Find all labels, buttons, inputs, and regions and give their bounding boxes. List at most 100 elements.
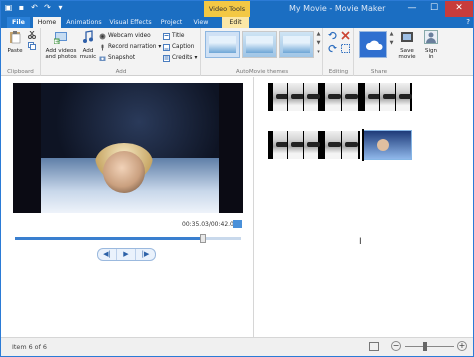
theme-thumbnail[interactable] [242, 31, 277, 58]
paste-label: Paste [7, 48, 23, 54]
clipboard-group: Paste Clipboard [1, 28, 41, 76]
storyboard-clip[interactable] [320, 83, 360, 111]
cloud-icon [365, 40, 383, 50]
webcam-icon [99, 33, 106, 39]
credits-button[interactable]: Credits ▾ [163, 53, 197, 63]
tab-visual-effects[interactable]: Visual Effects [109, 17, 152, 28]
qat-dropdown-icon[interactable]: ▾ [56, 3, 65, 12]
video-preview[interactable] [13, 83, 243, 213]
maximize-button[interactable]: ☐ [423, 1, 445, 17]
zoom-slider-thumb[interactable] [422, 342, 427, 351]
camera-icon [99, 56, 106, 61]
gallery-scroll-down-icon[interactable]: ▼ [316, 40, 321, 46]
rotate-right-icon[interactable] [328, 44, 337, 53]
storyboard-clip[interactable] [268, 131, 321, 159]
onedrive-share-button[interactable] [359, 31, 387, 58]
theme-thumbnail[interactable] [279, 31, 314, 58]
seek-thumb[interactable] [199, 234, 206, 243]
microphone-icon [101, 44, 104, 50]
zoom-in-button[interactable]: + [457, 341, 467, 351]
theme-thumbnail[interactable] [205, 31, 240, 58]
close-button[interactable]: ✕ [445, 1, 473, 17]
movie-maker-window: ▣ ▪ ↶ ↷ ▾ Video Tools My Movie - Movie M… [0, 0, 474, 357]
tab-edit[interactable]: Edit [222, 17, 249, 28]
paste-icon [10, 31, 21, 44]
next-frame-button[interactable]: |▶ [136, 249, 155, 260]
app-menu-icon[interactable]: ▣ [4, 3, 13, 12]
zoom-slider[interactable] [405, 342, 454, 351]
quick-access-toolbar: ▣ ▪ ↶ ↷ ▾ [4, 3, 65, 12]
fullscreen-icon[interactable] [233, 220, 242, 228]
tab-animations[interactable]: Animations [66, 17, 102, 28]
preview-pane: 00:35.03/00:42.00 ◀| ▶ |▶ [1, 77, 253, 337]
add-videos-button[interactable]: + Add videos and photos [44, 30, 78, 60]
snapshot-button[interactable]: Snapshot [99, 53, 135, 63]
film-icon [401, 32, 413, 42]
storyboard-clip[interactable] [320, 131, 360, 159]
music-note-icon [83, 30, 93, 43]
share-scroll-down-icon[interactable]: ▼ [389, 40, 394, 46]
playhead[interactable] [362, 129, 364, 161]
tab-view[interactable]: View [190, 17, 212, 28]
title-bar: ▣ ▪ ↶ ↷ ▾ Video Tools My Movie - Movie M… [1, 1, 473, 17]
automovie-themes-label: AutoMovie themes [235, 69, 289, 75]
add-videos-label: Add videos and photos [45, 48, 77, 60]
seek-bar-fill [15, 237, 203, 240]
storyboard-clip[interactable] [360, 83, 413, 111]
window-title: My Movie - Movie Maker [289, 4, 386, 13]
play-button[interactable]: ▶ [117, 249, 136, 260]
webcam-video-button[interactable]: Webcam video [99, 31, 151, 41]
paste-button[interactable]: Paste [4, 30, 26, 54]
zoom-out-button[interactable]: − [391, 341, 401, 351]
ribbon: Paste Clipboard + Add videos and photos … [1, 28, 473, 76]
cut-icon[interactable] [28, 31, 36, 39]
remove-icon[interactable] [341, 31, 350, 40]
minimize-button[interactable]: — [401, 1, 423, 17]
editing-group: Editing [324, 28, 354, 76]
clipboard-group-label: Clipboard [7, 69, 34, 75]
redo-icon[interactable]: ↷ [43, 3, 52, 12]
tab-project[interactable]: Project [158, 17, 185, 28]
record-narration-label: Record narration [108, 44, 157, 50]
seek-bar[interactable] [15, 234, 241, 243]
add-music-button[interactable]: Add music [79, 30, 97, 60]
chevron-down-icon: ▾ [194, 55, 198, 61]
select-all-icon[interactable] [341, 44, 350, 53]
tab-home[interactable]: Home [33, 17, 61, 28]
automovie-themes-group: ▲ ▼ ▾ AutoMovie themes [202, 28, 323, 76]
previous-frame-button[interactable]: ◀| [98, 249, 117, 260]
playback-controls: ◀| ▶ |▶ [97, 248, 156, 261]
text-cursor-icon: I [359, 237, 362, 247]
snapshot-label: Snapshot [108, 55, 136, 61]
add-group: + Add videos and photos Add music Webcam… [42, 28, 201, 76]
add-music-label: Add music [79, 48, 97, 60]
video-frame-face [103, 151, 145, 193]
caption-icon [163, 43, 170, 51]
share-scroll-up-icon[interactable]: ▲ [389, 31, 394, 37]
ribbon-tabs: File Home Animations Visual Effects Proj… [1, 17, 473, 28]
sign-in-button[interactable]: Sign in [423, 30, 439, 60]
undo-icon[interactable]: ↶ [30, 3, 39, 12]
copy-icon[interactable] [28, 42, 36, 50]
chevron-down-icon: ▾ [158, 44, 162, 50]
zoom-fit-icon[interactable] [369, 342, 379, 351]
add-videos-icon: + [53, 32, 67, 45]
save-movie-button[interactable]: Save movie [397, 30, 417, 60]
caption-button[interactable]: Caption [163, 42, 194, 52]
rotate-left-icon[interactable] [328, 31, 337, 40]
storyboard-clip-selected[interactable] [362, 130, 412, 160]
save-icon[interactable]: ▪ [17, 3, 26, 12]
video-tools-contextual-tab: Video Tools [204, 1, 250, 17]
gallery-scroll-up-icon[interactable]: ▲ [316, 31, 321, 37]
title-button[interactable]: Title [163, 31, 184, 41]
storyboard-clip[interactable] [268, 83, 321, 111]
webcam-video-label: Webcam video [108, 33, 151, 39]
record-narration-button[interactable]: Record narration ▾ [99, 42, 161, 52]
add-group-label: Add [115, 69, 127, 75]
sign-in-label: Sign in [424, 48, 438, 60]
help-icon[interactable]: ? [466, 18, 470, 26]
share-group: ▲ ▼ Save movie Sign in Share [355, 28, 473, 76]
gallery-more-icon[interactable]: ▾ [316, 49, 321, 55]
caption-label: Caption [172, 44, 195, 50]
tab-file[interactable]: File [7, 17, 30, 28]
